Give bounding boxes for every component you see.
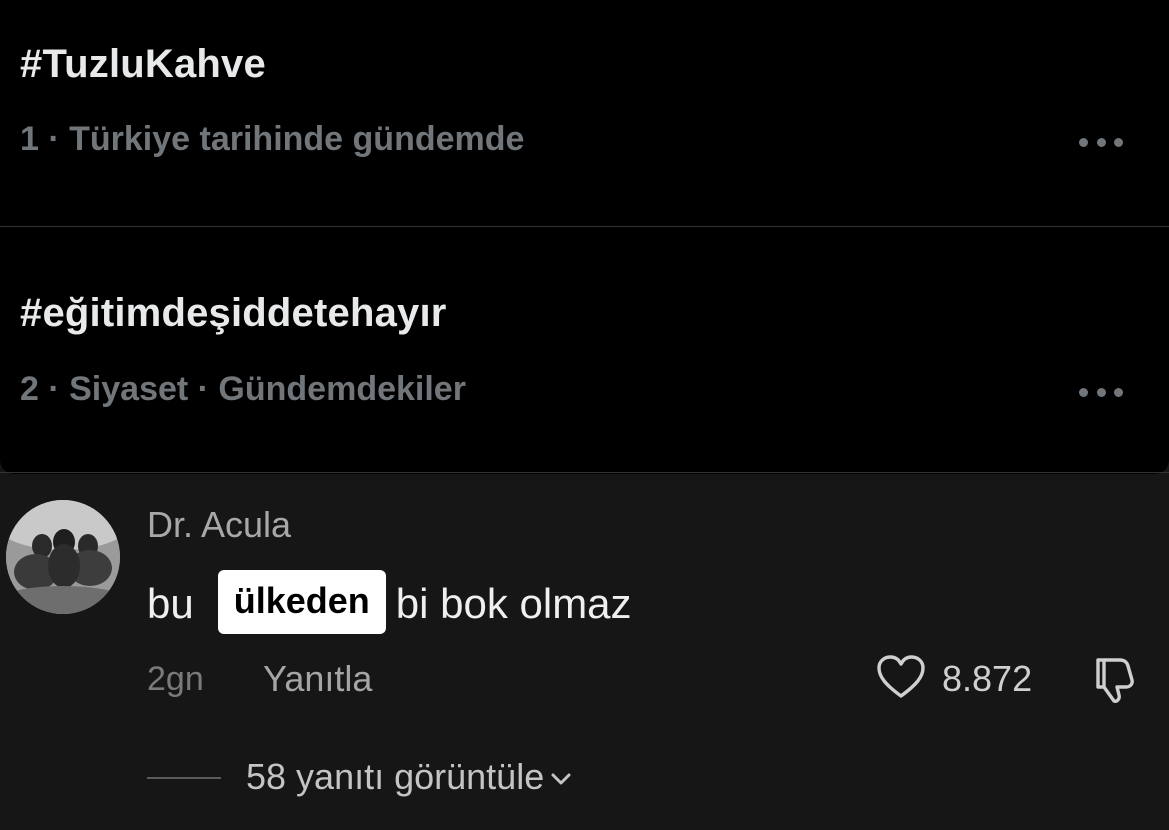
more-dot — [1114, 387, 1123, 397]
highlighted-word: ülkeden — [217, 570, 386, 634]
view-replies-label: 58 yanıtı görüntüle — [246, 756, 545, 797]
comment-username[interactable]: Dr. Acula — [147, 504, 291, 546]
comment-text-after: bi bok olmaz — [395, 580, 632, 627]
trends-divider — [0, 472, 1169, 473]
trend-hashtag[interactable]: #eğitimdeşiddetehayır — [20, 291, 447, 336]
screenshot-page: #TuzluKahve 1 · Türkiye tarihinde gündem… — [0, 0, 1169, 830]
more-horizontal-icon[interactable] — [1079, 385, 1123, 399]
view-replies-button[interactable]: 58 yanıtı görüntüle — [246, 756, 574, 798]
chevron-down-icon — [551, 773, 571, 785]
comment-time: 2gn — [147, 660, 204, 698]
dislike-icon[interactable] — [1090, 652, 1144, 706]
reply-button[interactable]: Yanıtla — [263, 658, 372, 700]
trend-meta: 2 · Siyaset · Gündemdekiler — [20, 370, 466, 408]
comment-text-before: bu — [147, 580, 194, 627]
trend-hashtag[interactable]: #TuzluKahve — [20, 42, 266, 87]
like-count: 8.872 — [942, 658, 1033, 699]
more-dot — [1096, 137, 1106, 147]
trends-panel: #TuzluKahve 1 · Türkiye tarihinde gündem… — [0, 0, 1169, 474]
more-dot — [1079, 137, 1088, 147]
trend-item[interactable]: #eğitimdeşiddetehayır 2 · Siyaset · Günd… — [0, 226, 1169, 453]
more-horizontal-icon[interactable] — [1079, 135, 1123, 149]
replies-divider — [147, 777, 221, 779]
comment-text: bu ülkeden bi bok olmaz — [147, 570, 632, 636]
trend-item[interactable]: #TuzluKahve 1 · Türkiye tarihinde gündem… — [0, 0, 1169, 226]
avatar[interactable] — [6, 500, 120, 614]
more-dot — [1114, 137, 1123, 147]
avatar-image — [6, 500, 120, 614]
comment-item: Dr. Acula bu ülkeden bi bok olmaz 2gn Yanı… — [0, 474, 1169, 830]
more-dot — [1079, 387, 1088, 397]
more-dot — [1096, 387, 1106, 397]
heart-icon[interactable] — [876, 654, 926, 700]
trend-meta: 1 · Türkiye tarihinde gündemde — [20, 120, 525, 158]
